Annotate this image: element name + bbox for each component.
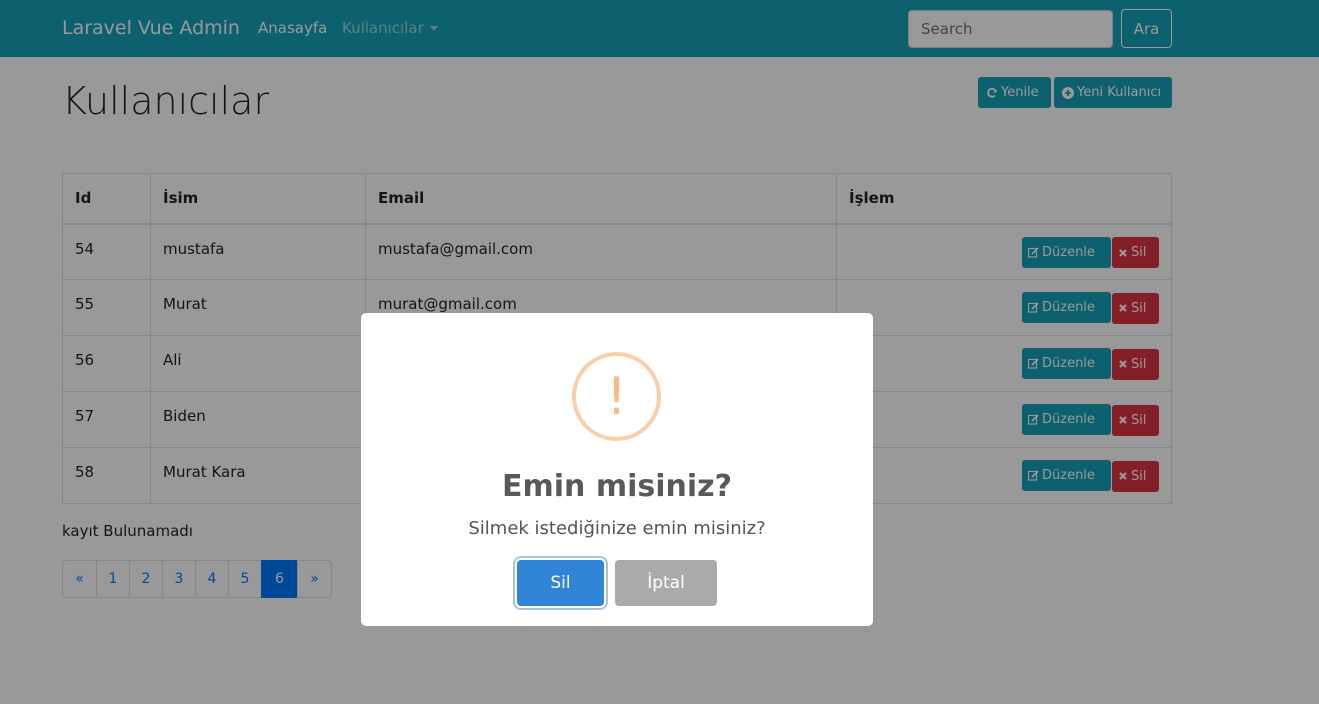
- warning-icon: !: [572, 352, 661, 441]
- confirm-dialog: ! Emin misiniz? Silmek istediğinize emin…: [361, 313, 873, 626]
- confirm-delete-button[interactable]: Sil: [517, 560, 604, 606]
- cancel-button[interactable]: İptal: [615, 560, 717, 606]
- dialog-message: Silmek istediğinize emin misiniz?: [468, 518, 766, 539]
- dialog-title: Emin misiniz?: [501, 469, 733, 504]
